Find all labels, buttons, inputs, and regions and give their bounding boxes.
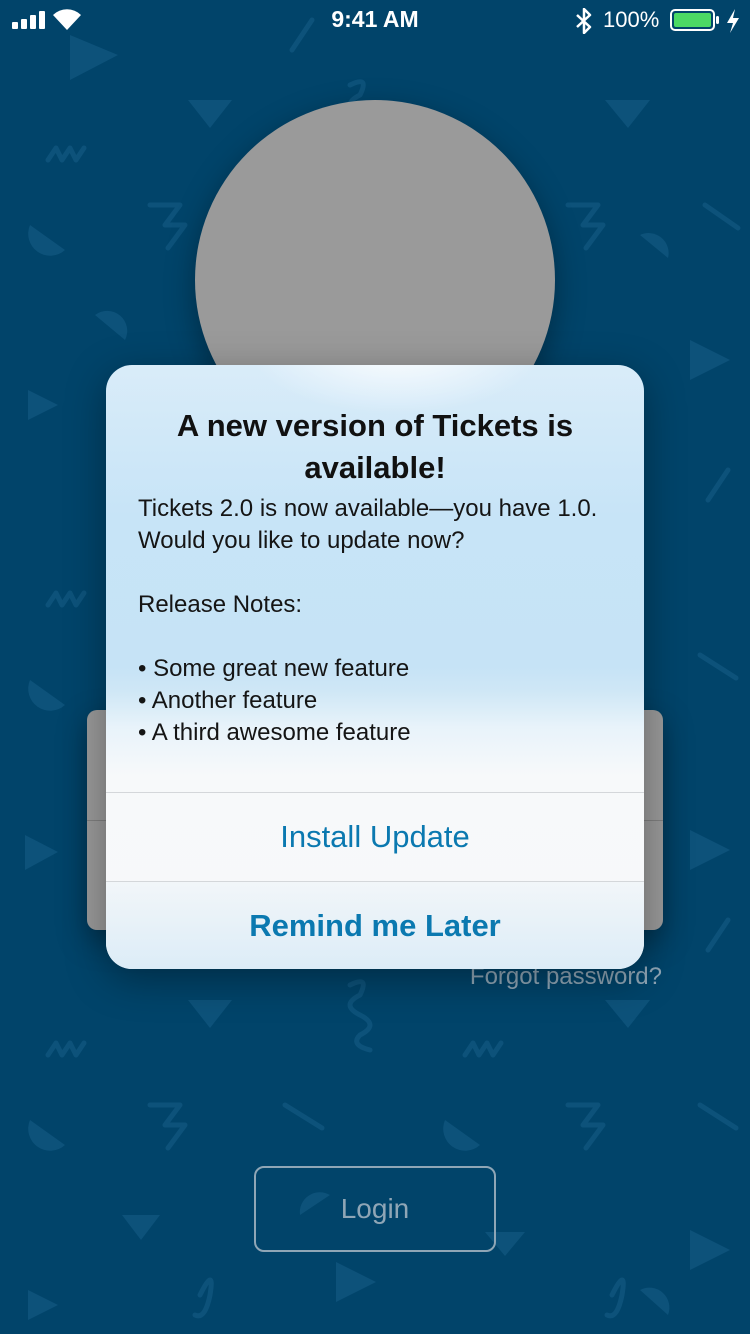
battery-percent: 100% [603, 7, 660, 32]
battery-icon [670, 9, 719, 31]
login-screen: 9:41 AM 100% Forgot password? Login A ne… [0, 0, 750, 1334]
update-alert: A new version of Tickets is available! T… [106, 365, 644, 969]
charging-icon [727, 9, 739, 33]
alert-title: A new version of Tickets is available! [176, 408, 574, 485]
alert-message: Tickets 2.0 is now available—you have 1.… [138, 495, 598, 746]
login-button[interactable]: Login [254, 1166, 496, 1252]
install-update-button[interactable]: Install Update [106, 793, 644, 881]
bluetooth-icon [576, 8, 592, 34]
remind-later-button[interactable]: Remind me Later [106, 882, 644, 969]
status-bar: 9:41 AM 100% [0, 0, 750, 40]
